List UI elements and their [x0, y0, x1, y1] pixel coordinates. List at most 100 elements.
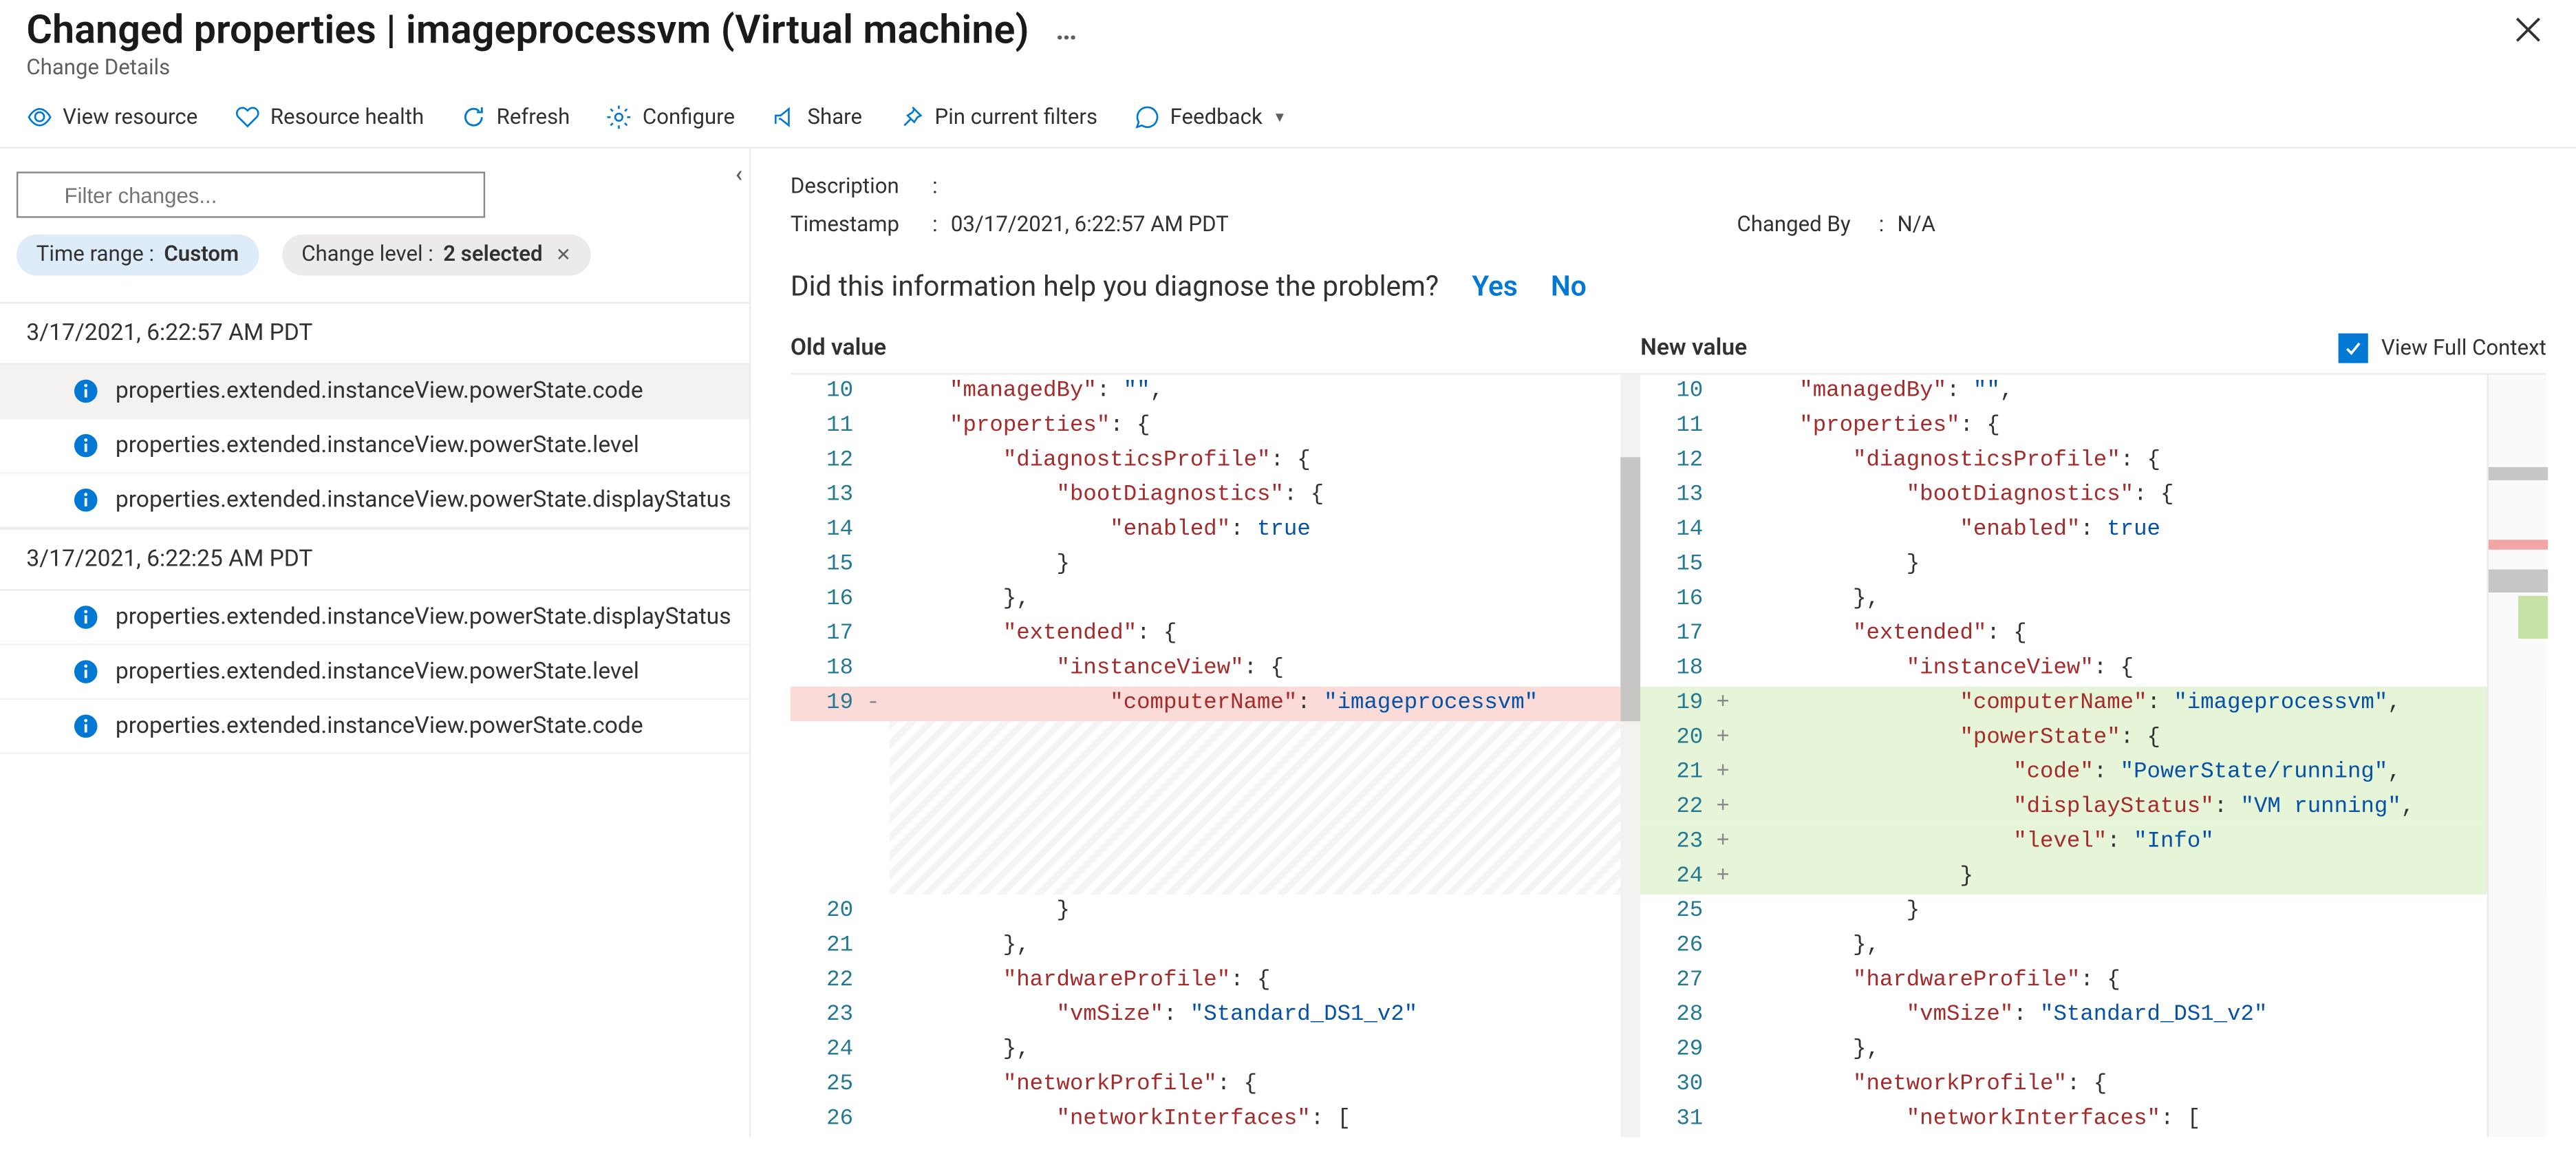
code-line: 10 "managedBy": "", [1640, 374, 2546, 409]
change-item[interactable]: properties.extended.instanceView.powerSt… [0, 473, 749, 528]
change-level-pill[interactable]: Change level : 2 selected ✕ [281, 235, 590, 276]
time-range-pill[interactable]: Time range : Custom [17, 235, 259, 276]
code-line: 20 } [791, 895, 1640, 929]
code-content: }, [890, 1038, 1030, 1063]
change-group-header: 3/17/2021, 6:22:25 AM PDT [0, 528, 749, 591]
info-icon [73, 432, 99, 458]
filter-changes-input[interactable] [17, 171, 485, 217]
code-line: 18 "instanceView": { [791, 652, 1640, 686]
code-line: 22 "hardwareProfile": { [791, 964, 1640, 998]
code-content: "managedBy": "", [890, 380, 1163, 405]
diagnose-no-button[interactable]: No [1551, 270, 1587, 303]
heart-icon [234, 104, 260, 130]
code-line: 25 } [1640, 895, 2546, 929]
code-content: "properties": { [890, 414, 1150, 439]
more-icon[interactable]: … [1042, 12, 1091, 47]
change-item-path: properties.extended.instanceView.powerSt… [116, 713, 643, 739]
info-icon [73, 378, 99, 404]
timestamp-value: 03/17/2021, 6:22:57 AM PDT [951, 213, 1229, 237]
line-number: 14 [1640, 518, 1716, 543]
share-button[interactable]: Share [771, 104, 862, 130]
code-line: 13 "bootDiagnostics": { [791, 479, 1640, 513]
code-content: "enabled": true [890, 518, 1311, 543]
resource-health-button[interactable]: Resource health [234, 104, 424, 130]
line-number: 31 [1640, 1107, 1716, 1132]
new-value-header: New value [1640, 335, 2339, 361]
change-item-path: properties.extended.instanceView.powerSt… [116, 378, 643, 404]
description-label: Description [791, 175, 919, 200]
close-icon [2513, 15, 2543, 45]
line-number: 12 [791, 449, 866, 473]
code-line: 21 }, [791, 929, 1640, 963]
code-line: 13 "bootDiagnostics": { [1640, 479, 2546, 513]
diagnose-yes-button[interactable]: Yes [1472, 270, 1518, 303]
view-full-context-checkbox[interactable] [2339, 333, 2368, 363]
code-line: 14 "enabled": true [1640, 513, 2546, 548]
line-number: 11 [791, 414, 866, 439]
pin-filters-button[interactable]: Pin current filters [899, 104, 1097, 130]
new-value-pane: 10 "managedBy": "",11 "properties": {12 … [1640, 374, 2546, 1137]
gear-icon [606, 104, 632, 130]
pin-icon [899, 104, 925, 130]
refresh-button[interactable]: Refresh [460, 104, 570, 130]
line-number: 12 [1640, 449, 1716, 473]
line-number: 15 [1640, 553, 1716, 577]
line-number: 17 [791, 622, 866, 647]
code-line: 27 "hardwareProfile": { [1640, 964, 2546, 998]
configure-button[interactable]: Configure [606, 104, 735, 130]
code-line: 29 }, [1640, 1033, 2546, 1067]
diff-marker: + [1716, 795, 1739, 820]
change-item-path: properties.extended.instanceView.powerSt… [116, 432, 639, 458]
code-content: "networkProfile": { [890, 1073, 1257, 1098]
line-number: 19 [1640, 692, 1716, 716]
change-item-path: properties.extended.instanceView.powerSt… [116, 604, 731, 630]
view-full-context-label: View Full Context [2381, 336, 2546, 361]
refresh-icon [460, 104, 486, 130]
minimap[interactable] [2487, 374, 2546, 1137]
code-content: } [1739, 865, 1973, 890]
change-item[interactable]: properties.extended.instanceView.powerSt… [0, 591, 749, 645]
change-group-header: 3/17/2021, 6:22:57 AM PDT [0, 302, 749, 365]
code-content: "vmSize": "Standard_DS1_v2" [890, 1003, 1417, 1028]
change-item[interactable]: properties.extended.instanceView.powerSt… [0, 700, 749, 754]
change-item[interactable]: properties.extended.instanceView.powerSt… [0, 365, 749, 419]
change-item[interactable]: properties.extended.instanceView.powerSt… [0, 419, 749, 473]
code-content: "hardwareProfile": { [890, 969, 1271, 994]
diff-marker: + [1716, 830, 1739, 855]
change-item[interactable]: properties.extended.instanceView.powerSt… [0, 645, 749, 700]
info-icon [73, 604, 99, 630]
code-content: }, [1739, 1038, 1880, 1063]
line-number: 25 [791, 1073, 866, 1098]
code-content: "instanceView": { [1739, 657, 2134, 682]
code-line: 19- "computerName": "imageprocessvm" [791, 687, 1640, 721]
code-line: 12 "diagnosticsProfile": { [1640, 444, 2546, 478]
code-line: 21+ "code": "PowerState/running", [1640, 756, 2546, 790]
feedback-button[interactable]: Feedback ▾ [1134, 104, 1284, 130]
code-content: "networkInterfaces": [ [1739, 1107, 2200, 1132]
code-line: 15 } [1640, 548, 2546, 582]
line-number: 21 [791, 934, 866, 959]
code-line: 28 "vmSize": "Standard_DS1_v2" [1640, 998, 2546, 1033]
code-line: 16 }, [791, 583, 1640, 617]
clear-change-level-icon[interactable]: ✕ [556, 244, 571, 266]
line-number: 26 [1640, 934, 1716, 959]
code-content: } [890, 553, 1070, 577]
code-content: "computerName": "imageprocessvm", [1739, 692, 2401, 716]
info-icon [73, 659, 99, 685]
line-number: 24 [791, 1038, 866, 1063]
page-title: Changed properties | imageprocessvm (Vir… [26, 7, 1029, 53]
code-content: } [1739, 553, 1920, 577]
view-resource-button[interactable]: View resource [26, 104, 197, 130]
code-content: "properties": { [1739, 414, 2000, 439]
changedby-value: N/A [1898, 213, 1935, 237]
code-line: 12 "diagnosticsProfile": { [791, 444, 1640, 478]
code-line: 15 } [791, 548, 1640, 582]
line-number: 15 [791, 553, 866, 577]
old-pane-scrollbar[interactable] [1620, 374, 1640, 1137]
code-content: "bootDiagnostics": { [890, 484, 1324, 509]
line-number: 17 [1640, 622, 1716, 647]
code-content: "managedBy": "", [1739, 380, 2013, 405]
close-button[interactable] [2500, 7, 2557, 60]
share-icon [771, 104, 797, 130]
chevron-down-icon: ▾ [1276, 108, 1284, 126]
